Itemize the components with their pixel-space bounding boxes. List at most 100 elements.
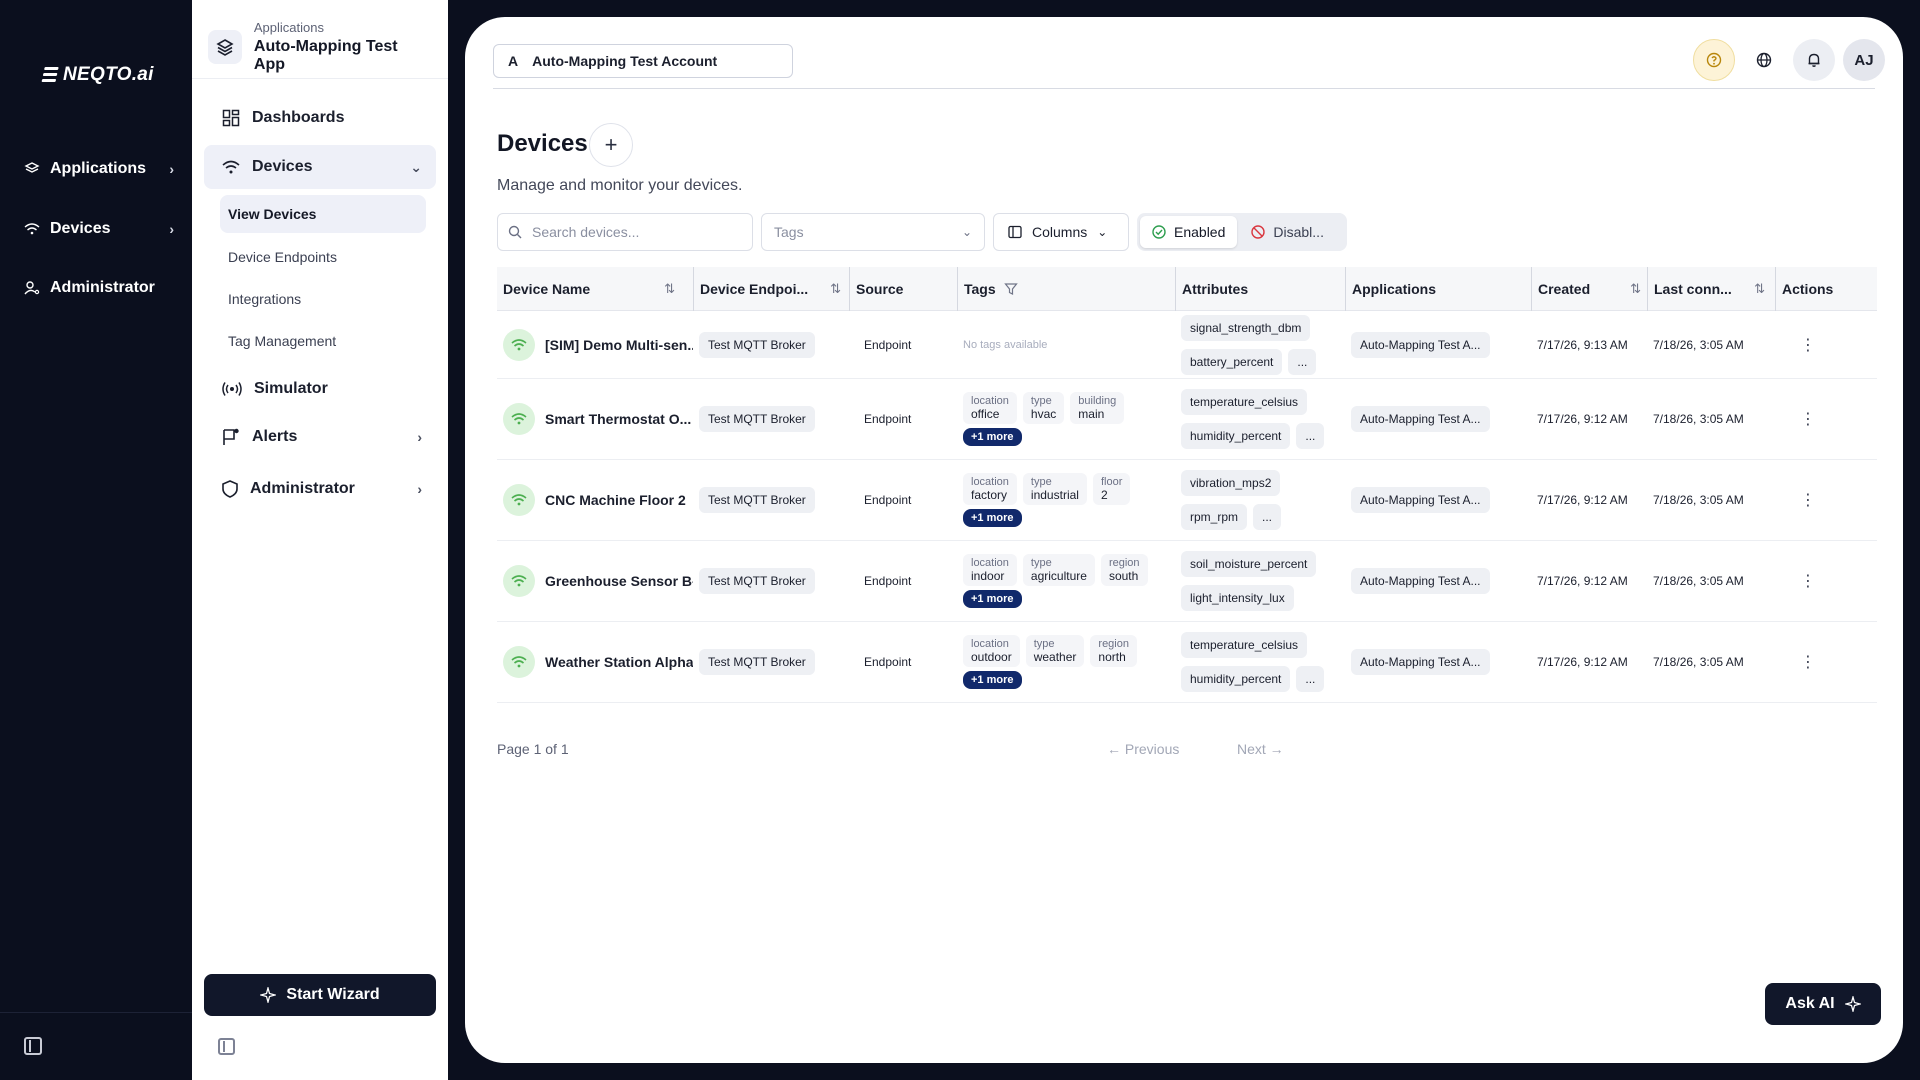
col-created[interactable]: Created ⇅ [1531, 266, 1647, 311]
nav-item-simulator[interactable]: Simulator [204, 367, 436, 411]
columns-button[interactable]: Columns ⌄ [993, 213, 1129, 251]
logo-mark-icon [41, 67, 59, 83]
col-tags[interactable]: Tags [957, 266, 1175, 311]
nav-item-devices[interactable]: Devices ⌄ [204, 145, 436, 189]
disabled-toggle[interactable]: Disabl... [1239, 216, 1336, 248]
tag-value: 2 [1100, 488, 1108, 502]
endpoint-pill: Test MQTT Broker [699, 487, 815, 513]
collapse-rail-icon[interactable] [24, 1037, 42, 1055]
application-pill[interactable]: Auto-Mapping Test A... [1351, 406, 1490, 432]
table-row[interactable]: Weather Station Alpha Test MQTT Broker End… [497, 622, 1877, 703]
disabled-label: Disabl... [1273, 224, 1324, 240]
row-actions-kebab-icon[interactable]: ⋮ [1793, 485, 1823, 515]
nav-item-administrator[interactable]: Administrator › [204, 467, 436, 511]
tag-chip: type weather [1025, 635, 1085, 667]
chevron-right-icon: › [169, 161, 174, 177]
sub-item-label: View Devices [228, 206, 317, 222]
notifications-button[interactable] [1793, 39, 1835, 81]
previous-label: Previous [1124, 741, 1180, 757]
rail-item-administrator[interactable]: Administrator [24, 272, 174, 304]
user-avatar[interactable]: AJ [1843, 39, 1885, 81]
filter-icon[interactable] [1003, 282, 1018, 296]
sort-icon[interactable]: ⇅ [1630, 281, 1641, 297]
more-tags-button[interactable]: +1 more [963, 671, 1022, 689]
collapse-sidebar-icon[interactable] [218, 1038, 235, 1055]
device-name-link[interactable]: [SIM] Demo Multi-sen... [545, 337, 693, 353]
help-button[interactable] [1693, 39, 1735, 81]
main-panel: A Auto-Mapping Test Account AJ Devices +… [465, 17, 1903, 1063]
more-tags-button[interactable]: +1 more [963, 590, 1022, 608]
app-name: Auto-Mapping Test App [253, 38, 398, 73]
tag-chip: location indoor [963, 554, 1017, 586]
account-name: Auto-Mapping Test Account [532, 53, 718, 69]
language-button[interactable] [1743, 39, 1785, 81]
sort-icon[interactable]: ⇅ [664, 281, 675, 297]
table-row[interactable]: [SIM] Demo Multi-sen... Test MQTT Broker E… [497, 311, 1877, 379]
device-name-link[interactable]: CNC Machine Floor 2 [545, 492, 686, 508]
nav-item-alerts[interactable]: Alerts › [204, 415, 436, 459]
app-kicker: Applications [253, 20, 324, 35]
search-box[interactable] [497, 213, 753, 251]
app-switcher[interactable]: Applications Auto-Mapping Test App [208, 16, 432, 78]
row-actions-kebab-icon[interactable]: ⋮ [1793, 647, 1823, 677]
attribute-pill: humidity_percent [1181, 666, 1291, 692]
more-tags-button[interactable]: +1 more [963, 428, 1022, 446]
application-pill[interactable]: Auto-Mapping Test A... [1351, 331, 1490, 358]
no-tags-text: No tags available [963, 338, 1048, 351]
page-subtitle: Manage and monitor your devices. [497, 177, 743, 194]
previous-page-button[interactable]: ← Previous [1107, 741, 1179, 757]
more-attributes-button[interactable]: ... [1288, 348, 1317, 375]
account-selector[interactable]: A Auto-Mapping Test Account [493, 44, 793, 78]
sub-item-device-endpoints[interactable]: Device Endpoints [220, 238, 426, 276]
last-connected-date: 7/18/26, 3:05 AM [1653, 337, 1744, 352]
sub-item-view-devices[interactable]: View Devices [220, 195, 426, 233]
add-device-button[interactable]: + [589, 123, 633, 167]
source-pill: Endpoint [855, 406, 921, 432]
application-pill[interactable]: Auto-Mapping Test A... [1351, 568, 1490, 594]
device-name-link[interactable]: Greenhouse Sensor B-1 [545, 573, 693, 589]
sub-item-label: Device Endpoints [228, 249, 337, 265]
sparkle-icon [1844, 996, 1861, 1012]
device-name-link[interactable]: Smart Thermostat O... [545, 411, 691, 427]
rail-item-devices[interactable]: Devices › [24, 213, 174, 245]
row-actions-kebab-icon[interactable]: ⋮ [1793, 566, 1823, 596]
start-wizard-button[interactable]: Start Wizard [204, 974, 436, 1016]
row-actions-kebab-icon[interactable]: ⋮ [1793, 330, 1823, 360]
device-name-link[interactable]: Weather Station Alpha [545, 654, 693, 670]
attribute-list: temperature_celsius humidity_percent... [1181, 626, 1341, 698]
sort-icon[interactable]: ⇅ [1754, 281, 1765, 297]
neqto-logo[interactable]: NEQTO.ai [41, 64, 154, 86]
enabled-toggle[interactable]: Enabled [1140, 216, 1238, 248]
table-row[interactable]: CNC Machine Floor 2 Test MQTT Broker Endpo… [497, 460, 1877, 541]
cell-device-name: [SIM] Demo Multi-sen... [497, 328, 693, 361]
nav-label: Simulator [254, 380, 328, 397]
table-row[interactable]: Smart Thermostat O... Test MQTT Broker End… [497, 379, 1877, 460]
chevron-right-icon: › [169, 221, 174, 237]
col-last-connected[interactable]: Last conn... ⇅ [1647, 266, 1775, 311]
more-attributes-button[interactable]: ... [1253, 504, 1282, 530]
more-tags-button[interactable]: +1 more [963, 509, 1022, 527]
col-device-endpoint[interactable]: Device Endpoi... ⇅ [693, 266, 849, 311]
tags-filter-select[interactable]: Tags ⌄ [761, 213, 985, 251]
sub-item-label: Integrations [228, 291, 302, 307]
alert-flag-icon [223, 428, 239, 445]
row-actions-kebab-icon[interactable]: ⋮ [1793, 404, 1823, 434]
sort-icon[interactable]: ⇅ [830, 281, 841, 297]
table-row[interactable]: Greenhouse Sensor B-1 Test MQTT Broker End… [497, 541, 1877, 622]
sub-item-tag-management[interactable]: Tag Management [220, 322, 426, 360]
search-input[interactable] [532, 224, 732, 240]
rail-item-applications[interactable]: Applications › [24, 153, 174, 185]
more-attributes-button[interactable]: ... [1296, 423, 1325, 449]
more-attributes-button[interactable]: ... [1296, 666, 1325, 692]
application-pill[interactable]: Auto-Mapping Test A... [1351, 487, 1490, 513]
col-device-name[interactable]: Device Name ⇅ [497, 267, 693, 311]
ban-icon [1251, 225, 1266, 239]
chevron-right-icon: › [417, 429, 422, 445]
col-label: Applications [1352, 280, 1437, 297]
sub-item-integrations[interactable]: Integrations [220, 280, 426, 318]
next-page-button[interactable]: Next → [1237, 741, 1284, 757]
ask-ai-button[interactable]: Ask AI [1765, 983, 1881, 1025]
nav-item-dashboards[interactable]: Dashboards [204, 96, 436, 140]
cell-endpoint: Test MQTT Broker [693, 487, 849, 513]
application-pill[interactable]: Auto-Mapping Test A... [1351, 649, 1490, 675]
